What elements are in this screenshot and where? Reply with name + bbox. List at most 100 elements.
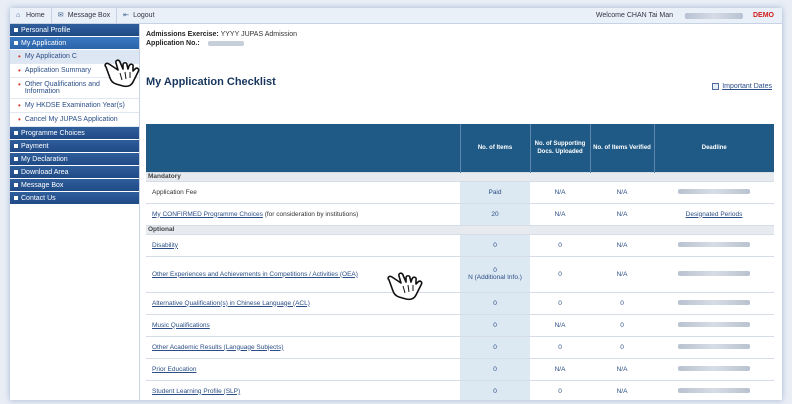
sidebar-item-my-declaration[interactable]: My Declaration bbox=[10, 153, 139, 166]
home-link[interactable]: ⌂ Home bbox=[10, 8, 52, 24]
dot-icon: • bbox=[18, 80, 21, 89]
bullet-icon bbox=[14, 28, 18, 32]
row-item-label: Application Fee bbox=[146, 180, 460, 203]
table-header-row: No. of Items No. of Supporting Docs. Upl… bbox=[146, 124, 774, 172]
column-header-docs-uploaded: No. of Supporting Docs. Uploaded bbox=[529, 124, 590, 172]
sidebar: Personal Profile My Application • My App… bbox=[10, 24, 140, 400]
oea-link[interactable]: Other Experiences and Achievements in Co… bbox=[152, 271, 358, 278]
blurred-deadline bbox=[678, 365, 750, 371]
row-no-of-items: Paid bbox=[460, 180, 530, 203]
bullet-icon bbox=[14, 131, 18, 135]
other-academic-results-link[interactable]: Other Academic Results (Language Subject… bbox=[152, 344, 284, 351]
sidebar-subitem-hkdse-year[interactable]: • My HKDSE Examination Year(s) bbox=[10, 99, 139, 113]
main-content: Admissions Exercise: YYYY JUPAS Admissio… bbox=[146, 24, 780, 400]
acl-link[interactable]: Alternative Qualification(s) in Chinese … bbox=[152, 300, 310, 307]
music-qualifications-link[interactable]: Music Qualifications bbox=[152, 322, 210, 329]
table-row: Application Fee Paid N/A N/A bbox=[146, 180, 774, 203]
table-row: Alternative Qualification(s) in Chinese … bbox=[146, 291, 774, 314]
row-items-verified: N/A bbox=[590, 202, 654, 225]
row-docs-uploaded: 0 bbox=[530, 255, 590, 292]
row-no-of-items: 0 bbox=[460, 233, 530, 256]
home-icon: ⌂ bbox=[16, 11, 21, 19]
sidebar-item-contact-us[interactable]: Contact Us bbox=[10, 192, 139, 205]
row-docs-uploaded: N/A bbox=[530, 313, 590, 336]
disability-link[interactable]: Disability bbox=[152, 242, 178, 249]
top-nav: ⌂ Home ✉ Message Box ⇤ Logout bbox=[10, 8, 161, 24]
additional-info-note: N (Additional Info.) bbox=[468, 274, 522, 281]
row-items-verified: N/A bbox=[590, 379, 654, 400]
table-row: Other Academic Results (Language Subject… bbox=[146, 335, 774, 358]
row-item-label: Other Experiences and Achievements in Co… bbox=[146, 255, 460, 292]
table-row: Other Experiences and Achievements in Co… bbox=[146, 255, 774, 292]
column-header-no-of-items: No. of Items bbox=[459, 124, 530, 172]
demo-badge: DEMO bbox=[753, 12, 774, 19]
logout-icon: ⇤ bbox=[123, 11, 129, 19]
column-header-deadline: Deadline bbox=[653, 124, 774, 172]
blurred-deadline bbox=[678, 270, 750, 276]
exercise-value: YYYY JUPAS Admission bbox=[220, 31, 297, 38]
row-item-label: Alternative Qualification(s) in Chinese … bbox=[146, 291, 460, 314]
top-bar: ⌂ Home ✉ Message Box ⇤ Logout Welcome CH… bbox=[10, 8, 782, 24]
designated-periods-link[interactable]: Designated Periods bbox=[686, 211, 743, 218]
sidebar-item-message-box[interactable]: Message Box bbox=[10, 179, 139, 192]
table-row: Disability 0 0 N/A bbox=[146, 233, 774, 256]
programme-choices-link[interactable]: My CONFIRMED Programme Choices bbox=[152, 211, 263, 218]
exercise-info: Admissions Exercise: YYYY JUPAS Admissio… bbox=[146, 31, 297, 47]
sidebar-subitem-checklist[interactable]: • My Application C bbox=[10, 50, 139, 64]
column-header-items-verified: No. of Items Verified bbox=[589, 124, 654, 172]
row-docs-uploaded: N/A bbox=[530, 202, 590, 225]
sidebar-item-programme-choices[interactable]: Programme Choices bbox=[10, 127, 139, 140]
row-docs-uploaded: 0 bbox=[530, 335, 590, 358]
blurred-deadline bbox=[678, 241, 750, 247]
blurred-deadline bbox=[678, 321, 750, 327]
row-no-of-items: 0 bbox=[460, 357, 530, 380]
sidebar-subitem-summary[interactable]: • Application Summary bbox=[10, 64, 139, 78]
bullet-icon bbox=[14, 144, 18, 148]
row-item-label: Prior Education bbox=[146, 357, 460, 380]
row-no-of-items: 0 bbox=[460, 335, 530, 358]
row-items-verified: 0 bbox=[590, 335, 654, 358]
sidebar-item-personal-profile[interactable]: Personal Profile bbox=[10, 24, 139, 37]
sidebar-item-my-application[interactable]: My Application bbox=[10, 37, 139, 50]
row-item-label: Other Academic Results (Language Subject… bbox=[146, 335, 460, 358]
sidebar-subitem-cancel[interactable]: • Cancel My JUPAS Application bbox=[10, 113, 139, 127]
row-deadline bbox=[654, 379, 774, 400]
important-dates-link[interactable]: Important Dates bbox=[712, 83, 772, 90]
row-docs-uploaded: N/A bbox=[530, 180, 590, 203]
dot-icon: • bbox=[18, 115, 21, 124]
row-deadline bbox=[654, 313, 774, 336]
page-title: My Application Checklist bbox=[146, 76, 276, 88]
prior-education-link[interactable]: Prior Education bbox=[152, 366, 196, 373]
bullet-icon bbox=[14, 170, 18, 174]
sidebar-item-payment[interactable]: Payment bbox=[10, 140, 139, 153]
envelope-icon: ✉ bbox=[57, 11, 64, 19]
table-row: Music Qualifications 0 N/A 0 bbox=[146, 313, 774, 336]
row-deadline bbox=[654, 233, 774, 256]
bullet-icon bbox=[14, 157, 18, 161]
blurred-deadline bbox=[678, 343, 750, 349]
row-items-verified: N/A bbox=[590, 233, 654, 256]
table-row: Prior Education 0 N/A N/A bbox=[146, 357, 774, 380]
table-row: Student Learning Profile (SLP) 0 0 N/A bbox=[146, 379, 774, 400]
blurred-deadline bbox=[678, 299, 750, 305]
row-no-of-items: 0N (Additional Info.) bbox=[460, 255, 530, 292]
row-docs-uploaded: 0 bbox=[530, 379, 590, 400]
row-items-verified: 0 bbox=[590, 313, 654, 336]
table-row: My CONFIRMED Programme Choices (for cons… bbox=[146, 202, 774, 225]
row-item-label: Student Learning Profile (SLP) bbox=[146, 379, 460, 400]
logout-link[interactable]: ⇤ Logout bbox=[117, 8, 160, 24]
section-row-optional: Optional bbox=[146, 224, 774, 234]
row-deadline bbox=[654, 335, 774, 358]
row-docs-uploaded: N/A bbox=[530, 357, 590, 380]
welcome-text: Welcome CHAN Tai Man bbox=[595, 12, 673, 19]
slp-link[interactable]: Student Learning Profile (SLP) bbox=[152, 388, 240, 395]
sidebar-subitem-other-qualifications[interactable]: • Other Qualifications and Information bbox=[10, 78, 139, 99]
dot-icon: • bbox=[18, 101, 21, 110]
row-item-label: Disability bbox=[146, 233, 460, 256]
row-deadline bbox=[654, 255, 774, 292]
sidebar-item-download-area[interactable]: Download Area bbox=[10, 166, 139, 179]
section-row-mandatory: Mandatory bbox=[146, 171, 774, 181]
row-deadline: Designated Periods bbox=[654, 202, 774, 225]
message-box-link[interactable]: ✉ Message Box bbox=[52, 8, 118, 24]
blurred-date bbox=[685, 12, 743, 19]
